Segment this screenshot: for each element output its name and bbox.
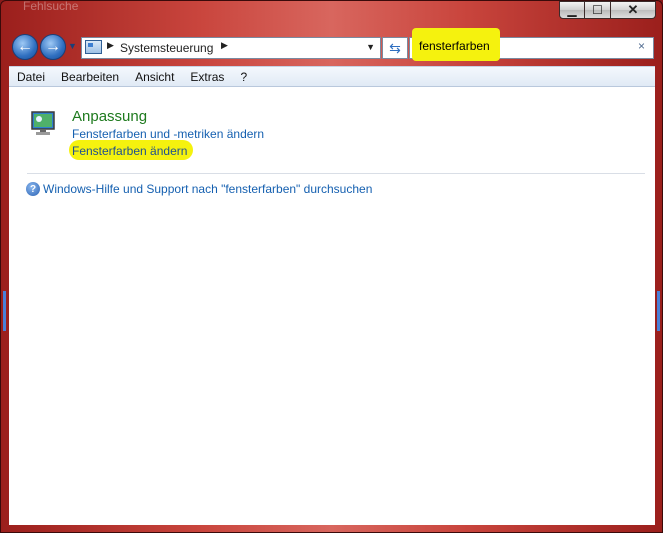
- explorer-window: Fehlsuche ▁ ☐ ✕ ← → ▼ ▶ Systemsteuerung …: [0, 0, 663, 533]
- link-fensterfarben-metriken[interactable]: Fensterfarben und -metriken ändern: [72, 127, 264, 141]
- help-search-link[interactable]: ? Windows-Hilfe und Support nach "fenste…: [26, 182, 372, 196]
- minimize-button[interactable]: ▁: [559, 1, 585, 19]
- close-button[interactable]: ✕: [611, 1, 656, 19]
- menu-help[interactable]: ?: [232, 70, 255, 84]
- address-bar[interactable]: ▶ Systemsteuerung ▶ ▼: [81, 37, 381, 59]
- forward-button[interactable]: →: [40, 34, 66, 60]
- left-glow-edge: [3, 291, 6, 331]
- search-input-value[interactable]: fensterfarben: [419, 39, 490, 53]
- back-button[interactable]: ←: [12, 34, 38, 60]
- title-bar[interactable]: Fehlsuche ▁ ☐ ✕: [1, 0, 662, 31]
- refresh-icon: ⇆: [389, 40, 401, 56]
- help-link-text[interactable]: Windows-Hilfe und Support nach "fensterf…: [43, 182, 372, 196]
- navigation-bar: ← → ▼ ▶ Systemsteuerung ▶ ▼ ⇆: [1, 31, 662, 65]
- link-fensterfarben-aendern[interactable]: Fensterfarben ändern: [72, 144, 187, 158]
- maximize-button[interactable]: ☐: [585, 1, 611, 19]
- personalization-icon: [31, 111, 55, 135]
- window-title: Fehlsuche: [23, 0, 79, 13]
- close-icon: ✕: [627, 2, 639, 17]
- minimize-icon: ▁: [567, 3, 577, 17]
- control-panel-icon: [85, 40, 102, 54]
- address-dropdown-icon[interactable]: ▼: [366, 42, 375, 52]
- window-controls: ▁ ☐ ✕: [559, 1, 656, 19]
- clear-search-icon[interactable]: ×: [638, 39, 645, 53]
- result-title[interactable]: Anpassung: [72, 108, 147, 125]
- history-dropdown-icon[interactable]: ▼: [68, 41, 77, 51]
- forward-arrow-icon: →: [45, 38, 61, 55]
- refresh-button[interactable]: ⇆: [382, 37, 408, 59]
- menu-bearbeiten[interactable]: Bearbeiten: [53, 70, 127, 84]
- right-glow-edge: [657, 291, 660, 331]
- menu-extras[interactable]: Extras: [182, 70, 232, 84]
- maximize-icon: ☐: [592, 3, 603, 17]
- help-icon: ?: [26, 182, 40, 196]
- breadcrumb-systemsteuerung[interactable]: Systemsteuerung: [120, 41, 213, 55]
- menu-bar: Datei Bearbeiten Ansicht Extras ?: [9, 66, 655, 87]
- content-pane: Anpassung Fensterfarben und -metriken än…: [9, 87, 655, 525]
- chevron-right-icon[interactable]: ▶: [221, 40, 228, 51]
- chevron-right-icon[interactable]: ▶: [107, 40, 114, 51]
- divider: [27, 173, 645, 174]
- menu-ansicht[interactable]: Ansicht: [127, 70, 182, 84]
- back-arrow-icon: ←: [17, 38, 33, 55]
- menu-datei[interactable]: Datei: [9, 70, 53, 84]
